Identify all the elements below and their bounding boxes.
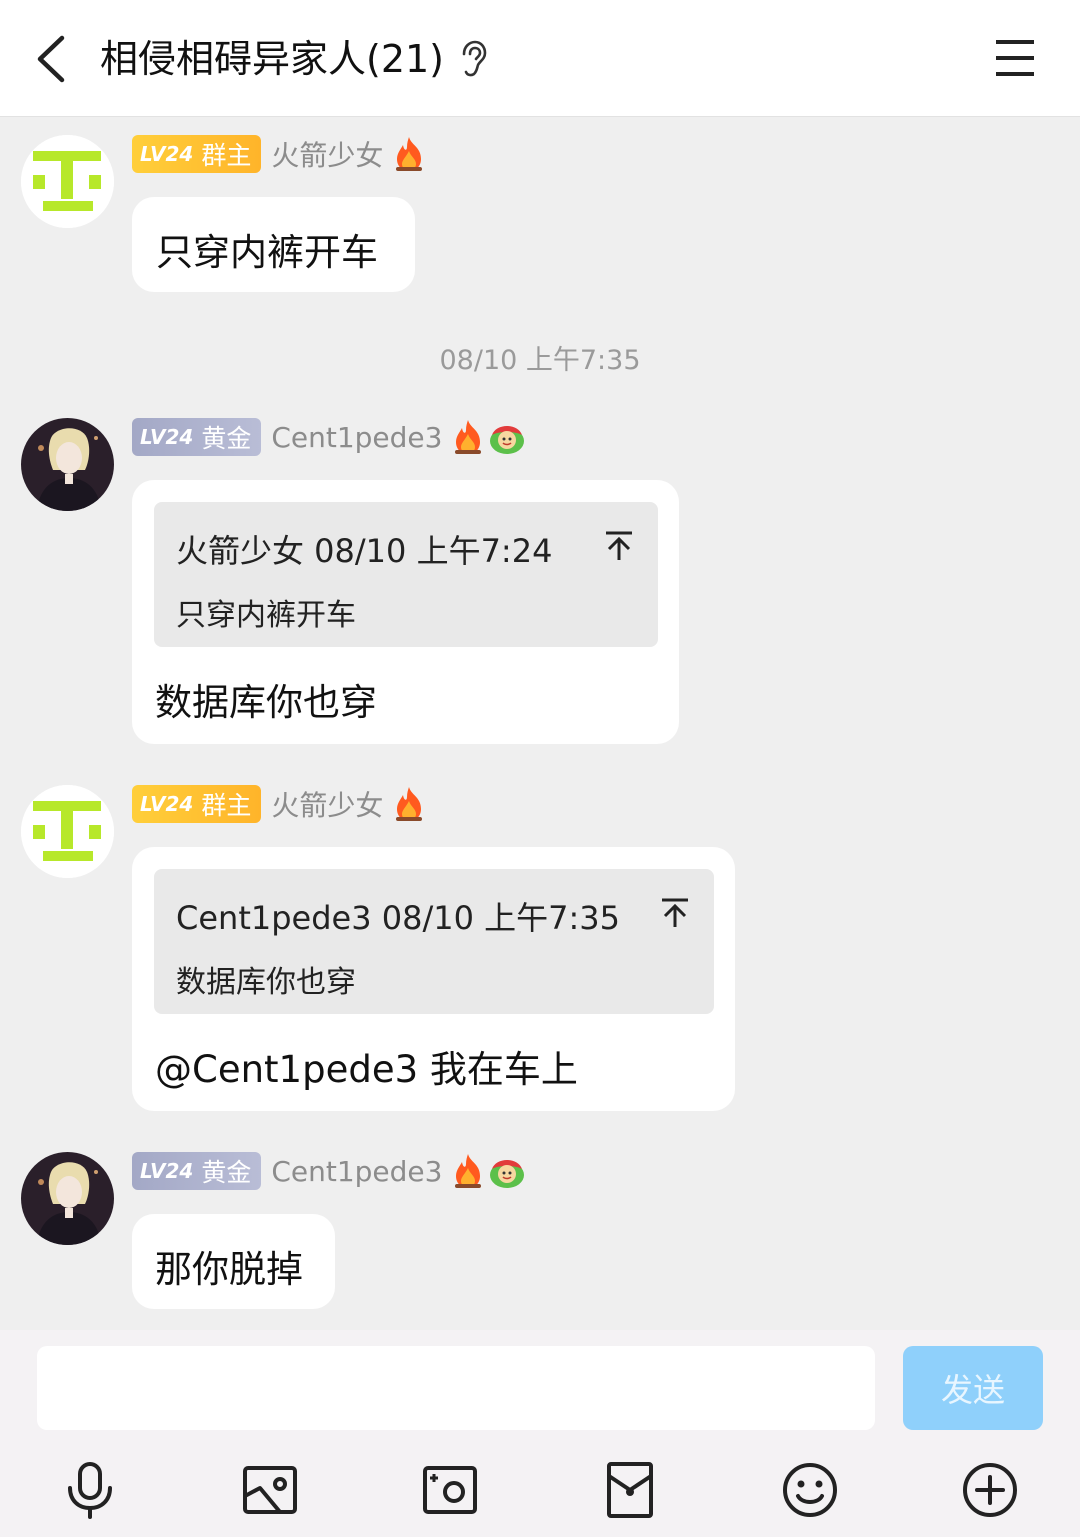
owner-badge: LV24 群主 [132,135,262,173]
group-title: 相侵相碍异家人(21) [100,37,445,81]
camera-icon[interactable] [420,1460,480,1520]
message-text: 数据库你也穿 [155,681,377,724]
avatar[interactable] [21,418,114,511]
badge-role: 群主 [201,791,252,820]
message-bubble[interactable]: 那你脱掉 [132,1214,335,1309]
microphone-icon[interactable] [60,1460,120,1520]
menu-icon[interactable] [992,36,1038,80]
gold-badge: LV24 黄金 [132,1152,262,1190]
badge-role: 黄金 [201,1158,252,1187]
message-bubble[interactable]: 只穿内裤开车 [132,197,415,292]
message-text: 那你脱掉 [155,1248,303,1291]
badge-level: LV24 [140,142,194,166]
sender-nickname[interactable]: 火箭少女 [271,784,383,824]
quote-text: 数据库你也穿 [176,965,356,1000]
gold-badge: LV24 黄金 [132,418,262,456]
sender-meta: LV24 群主 火箭少女 [132,135,427,173]
time-divider: 08/10 上午7:35 [439,345,641,376]
reply-bubble[interactable]: Cent1pede3 08/10 上午7:35 数据库你也穿 @Cent1ped… [132,847,735,1111]
quote-header: Cent1pede3 08/10 上午7:35 [176,899,621,937]
fire-icon [396,137,423,171]
badge-level: LV24 [140,1159,194,1183]
green-face-icon [490,426,525,454]
sender-nickname[interactable]: Cent1pede3 [271,421,442,454]
badge-level: LV24 [140,792,194,816]
sender-meta: LV24 黄金 Cent1pede3 [132,418,526,456]
sender-meta: LV24 群主 火箭少女 [132,785,427,823]
owner-badge: LV24 群主 [132,785,262,823]
jump-to-quote-icon[interactable] [604,530,634,562]
sender-meta: LV24 黄金 Cent1pede3 [132,1152,526,1190]
avatar[interactable] [21,1152,114,1245]
avatar[interactable] [21,135,114,228]
image-icon[interactable] [240,1460,300,1520]
badge-level: LV24 [140,425,194,449]
chat-header: 相侵相碍异家人(21) [0,0,1080,117]
message-text: 只穿内裤开车 [156,231,378,274]
back-arrow-icon[interactable] [28,30,76,88]
input-bar: 发送 [0,1330,1080,1537]
quoted-message[interactable]: 火箭少女 08/10 上午7:24 只穿内裤开车 [154,502,658,647]
send-button[interactable]: 发送 [903,1346,1043,1430]
green-face-icon [490,1160,525,1188]
reply-bubble[interactable]: 火箭少女 08/10 上午7:24 只穿内裤开车 数据库你也穿 [132,480,679,744]
avatar[interactable] [21,785,114,878]
red-packet-icon[interactable] [600,1460,660,1520]
badge-role: 群主 [201,141,252,170]
fire-icon [396,787,423,821]
badge-role: 黄金 [201,424,252,453]
fire-icon [455,420,482,454]
fire-icon [455,1154,482,1188]
message-text: @Cent1pede3 我在车上 [155,1048,578,1091]
quote-text: 只穿内裤开车 [176,598,356,633]
sender-nickname[interactable]: 火箭少女 [271,134,383,174]
jump-to-quote-icon[interactable] [660,897,690,929]
quoted-message[interactable]: Cent1pede3 08/10 上午7:35 数据库你也穿 [154,869,714,1014]
quote-header: 火箭少女 08/10 上午7:24 [176,532,553,570]
sender-nickname[interactable]: Cent1pede3 [271,1155,442,1188]
message-input[interactable] [37,1346,875,1430]
emoji-icon[interactable] [780,1460,840,1520]
ear-icon[interactable] [456,40,490,78]
plus-icon[interactable] [960,1460,1020,1520]
